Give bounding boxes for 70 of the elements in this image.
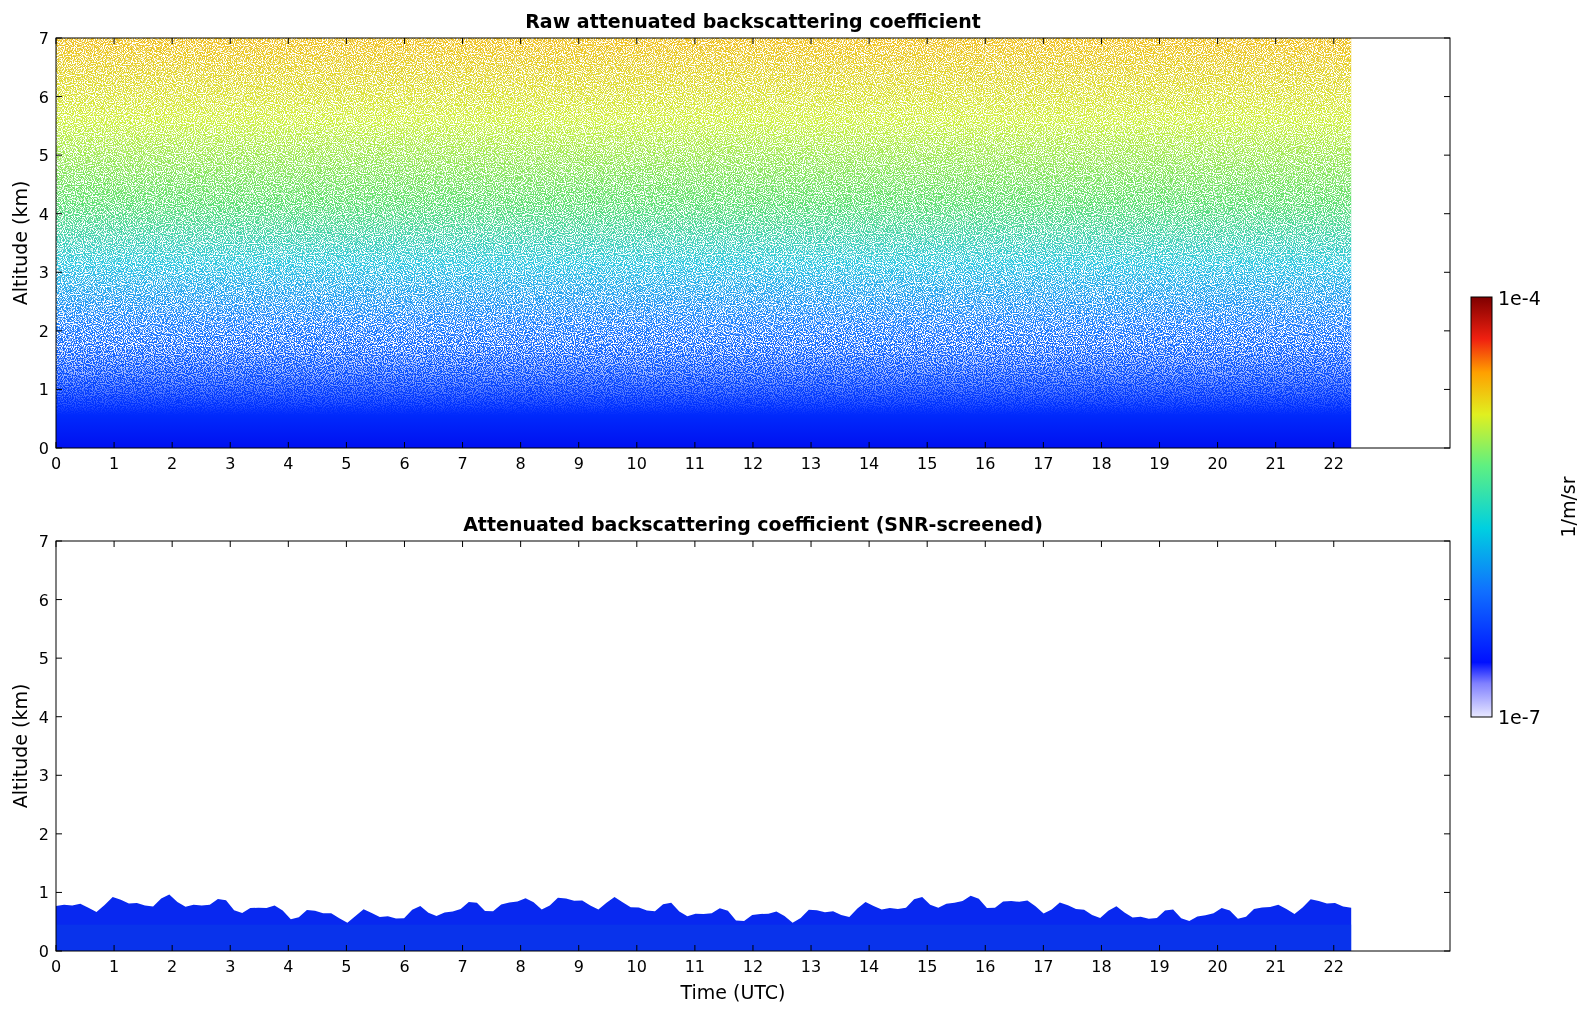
tick-label: 3 <box>225 957 236 976</box>
tick-label: 17 <box>1033 454 1054 473</box>
tick-label: 7 <box>38 532 49 551</box>
tick-label: 0 <box>38 942 49 961</box>
tick-label: 13 <box>800 957 822 976</box>
tick-label: 20 <box>1207 454 1228 473</box>
tick-label: 1 <box>109 454 120 473</box>
tick-label: 6 <box>38 590 49 610</box>
tick-label: 5 <box>341 957 352 976</box>
plot-title: Attenuated backscattering coefficient (SNR-screened) <box>463 513 1043 535</box>
tick-label: 11 <box>684 454 706 473</box>
tick-label: 5 <box>38 146 49 166</box>
tick-label: 4 <box>283 957 294 976</box>
tick-label: 20 <box>1207 957 1228 976</box>
colorbar-label: 1e-7 <box>1498 706 1541 726</box>
tick-label: 6 <box>399 957 410 976</box>
tick-label: 14 <box>858 454 880 473</box>
tick-label: 7 <box>457 454 468 473</box>
tick-label: 6 <box>38 87 49 107</box>
tick-label: 22 <box>1323 957 1344 976</box>
colorbar-unit: 1/m/sr <box>1557 476 1579 538</box>
tick-label: 1 <box>38 380 49 400</box>
plot-title: Raw attenuated backscattering coefficient <box>525 10 981 32</box>
tick-label: 11 <box>684 957 706 976</box>
tick-label: 10 <box>626 957 647 976</box>
tick-label: 18 <box>1091 957 1112 976</box>
tick-label: 3 <box>38 263 49 283</box>
tick-label: 0 <box>38 439 49 458</box>
tick-label: 12 <box>742 957 764 976</box>
tick-label: 1 <box>109 957 120 976</box>
axis-label: Altitude (km) <box>9 683 31 809</box>
tick-label: 4 <box>38 204 49 224</box>
tick-label: 2 <box>167 957 178 976</box>
tick-label: 2 <box>38 824 49 844</box>
tick-label: 19 <box>1149 454 1170 473</box>
tick-label: 8 <box>515 454 526 473</box>
colorbar-label: 1e-4 <box>1498 287 1541 309</box>
tick-label: 7 <box>38 29 49 48</box>
tick-label: 10 <box>626 454 647 473</box>
tick-label: 19 <box>1149 957 1170 976</box>
tick-label: 7 <box>457 957 468 976</box>
tick-label: 4 <box>283 454 294 473</box>
tick-label: 5 <box>38 649 49 669</box>
axis-label: Time (UTC) <box>680 981 786 1003</box>
tick-label: 16 <box>975 454 996 473</box>
tick-label: 14 <box>858 957 880 976</box>
tick-label: 8 <box>515 957 526 976</box>
tick-label: 2 <box>167 454 178 473</box>
tick-label: 9 <box>573 957 584 976</box>
tick-label: 13 <box>800 454 822 473</box>
tick-label: 15 <box>917 957 938 976</box>
tick-label: 18 <box>1091 454 1112 473</box>
tick-label: 4 <box>38 707 49 727</box>
tick-label: 3 <box>38 766 49 786</box>
tick-label: 21 <box>1265 957 1286 976</box>
tick-label: 17 <box>1033 957 1054 976</box>
tick-label: 5 <box>341 454 352 473</box>
tick-label: 0 <box>50 454 62 473</box>
tick-label: 21 <box>1265 454 1286 473</box>
tick-label: 1 <box>38 883 49 903</box>
tick-label: 3 <box>225 454 236 473</box>
tick-label: 2 <box>38 321 49 341</box>
tick-label: 22 <box>1323 454 1344 473</box>
tick-label: 6 <box>399 454 410 473</box>
tick-label: 15 <box>917 454 938 473</box>
tick-label: 9 <box>573 454 584 473</box>
tick-label: 16 <box>975 957 996 976</box>
tick-label: 0 <box>50 957 62 976</box>
axis-label: Altitude (km) <box>9 180 31 306</box>
tick-label: 12 <box>742 454 764 473</box>
